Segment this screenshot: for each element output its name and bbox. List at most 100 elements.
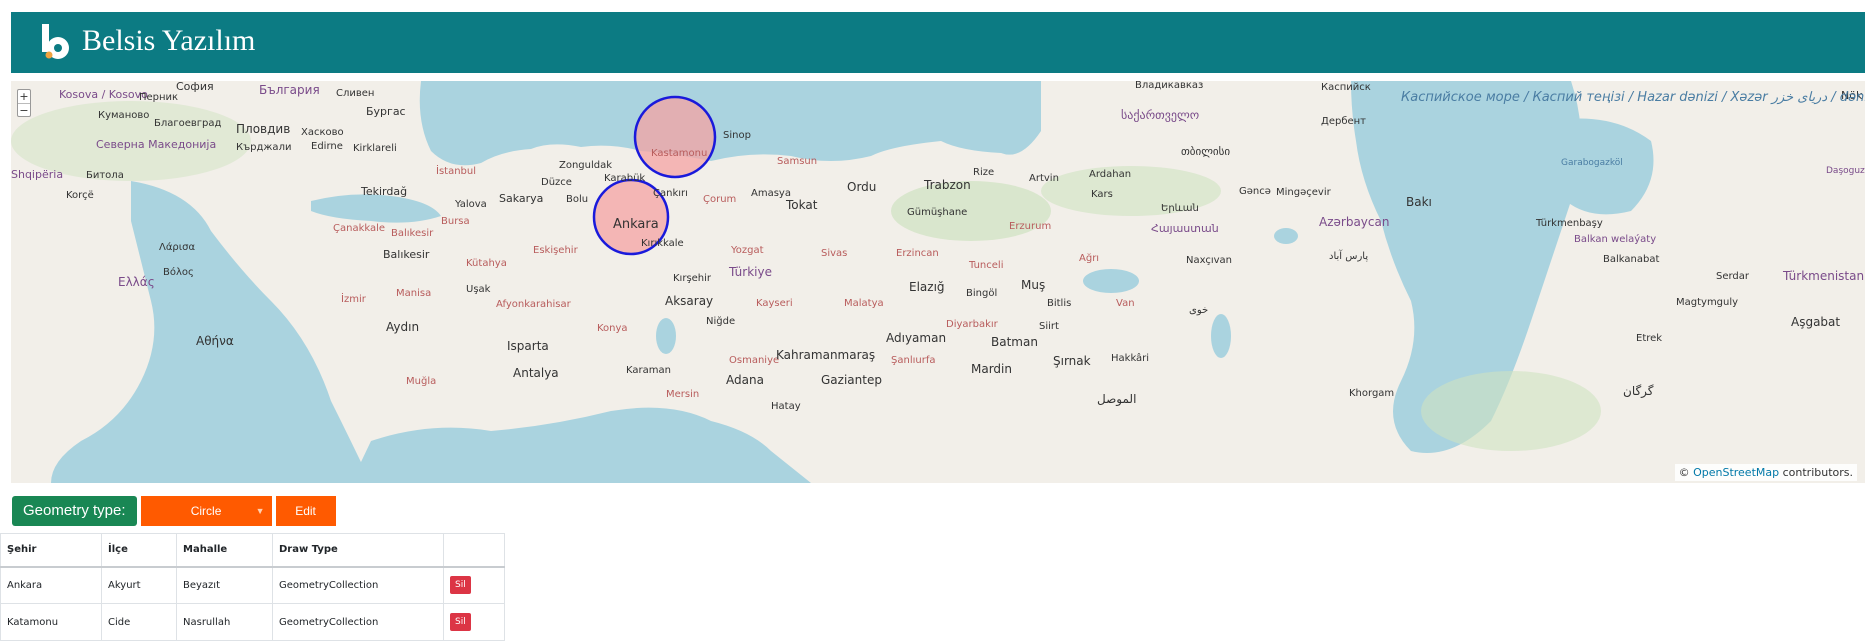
label-adana: Adana xyxy=(726,373,764,387)
label-kirsehir: Kırşehir xyxy=(673,273,712,284)
table-header-row: Şehir İlçe Mahalle Draw Type xyxy=(0,533,505,568)
app-header: Belsis Yazılım xyxy=(11,12,1865,73)
label-gumushane: Gümüşhane xyxy=(907,207,967,218)
label-adiyaman: Adıyaman xyxy=(886,331,946,345)
label-kirklareli: Kirklareli xyxy=(353,143,397,154)
lake-van xyxy=(1083,269,1139,293)
label-ashgabat: Aşgabat xyxy=(1791,315,1840,329)
marmara-sea xyxy=(311,194,441,223)
lake-tuz xyxy=(656,318,676,354)
label-hakkari: Hakkâri xyxy=(1111,352,1149,364)
label-dasoguz: Daşoguz welaýaty xyxy=(1826,166,1865,176)
label-derbent: Дербент xyxy=(1321,116,1366,127)
label-bulgaria: България xyxy=(259,83,320,97)
label-caspian-sea: Каспийское море / Каспий тeңізі / Hazar … xyxy=(1401,90,1865,105)
label-zonguldak: Zonguldak xyxy=(559,160,612,171)
label-amasya: Amasya xyxy=(751,188,791,199)
label-istanbul: İstanbul xyxy=(436,164,476,177)
label-balkan: Balkan welaýaty xyxy=(1574,233,1656,245)
label-turkiye: Türkiye xyxy=(728,265,772,279)
label-balikesir-prov: Balıkesir xyxy=(391,228,434,239)
label-north-macedonia: Северна Македонија xyxy=(96,138,216,151)
label-kaspiysk: Каспийск xyxy=(1321,82,1371,93)
label-etrek: Etrek xyxy=(1636,333,1662,344)
label-armenia: Հայաստան xyxy=(1151,222,1219,235)
lake-urmia xyxy=(1211,314,1231,358)
label-trabzon: Trabzon xyxy=(923,178,971,192)
label-karabuk: Karabük xyxy=(604,173,645,184)
label-kumanovo: Куманово xyxy=(98,110,149,121)
label-mus: Muş xyxy=(1021,278,1045,292)
label-duzce: Düzce xyxy=(541,177,572,188)
label-gaziantep: Gaziantep xyxy=(821,373,882,387)
label-haskovo: Хасково xyxy=(301,127,344,138)
label-bingol: Bingöl xyxy=(966,288,997,299)
zoom-out-button[interactable]: − xyxy=(18,103,30,117)
label-garabogaz: Garabogazköl xyxy=(1561,158,1623,168)
geometry-type-select[interactable]: Circle ▼ xyxy=(140,496,272,526)
cell-ilce: Cide xyxy=(101,603,177,641)
attribution-suffix: contributors. xyxy=(1779,466,1853,479)
label-mersin: Mersin xyxy=(666,389,699,400)
label-kirikkale: Kırıkkale xyxy=(641,238,684,249)
label-elazig: Elazığ xyxy=(909,280,945,294)
attribution-prefix: © xyxy=(1678,466,1690,479)
cell-mahalle: Beyazıt xyxy=(176,566,273,604)
openstreetmap-link[interactable]: OpenStreetMap xyxy=(1693,466,1779,479)
label-sanliurfa: Şanlıurfa xyxy=(891,355,935,366)
label-khoy: خوی xyxy=(1189,305,1208,316)
geometry-type-label: Geometry type: xyxy=(12,496,137,526)
label-izmir: İzmir xyxy=(341,292,367,305)
label-sinop: Sinop xyxy=(723,130,751,141)
cell-actions: Sil xyxy=(443,603,505,641)
label-burgas: Бургас xyxy=(366,105,406,118)
label-turkmenistan: Türkmenistan xyxy=(1782,269,1864,283)
label-kosovo: Kosova / Kosovo xyxy=(59,88,148,101)
table-row: Katamonu Cide Nasrullah GeometryCollecti… xyxy=(0,603,505,641)
map-canvas[interactable]: София България Kosova / Kosovo Перник Сл… xyxy=(11,81,1865,483)
label-parsabad: پارس آباد xyxy=(1329,249,1368,262)
column-header-draw-type: Draw Type xyxy=(272,533,444,568)
label-sirnak: Şırnak xyxy=(1053,354,1091,368)
label-sivas: Sivas xyxy=(821,248,847,259)
zoom-in-button[interactable]: + xyxy=(18,90,30,103)
label-mingachevir: Mingəçevir xyxy=(1276,187,1332,198)
label-aydin: Aydın xyxy=(386,320,419,334)
label-larisa: Λάρισα xyxy=(159,241,196,253)
label-edirne: Edirne xyxy=(311,141,343,152)
label-sofia: София xyxy=(176,81,214,93)
label-van: Van xyxy=(1116,298,1135,309)
label-bitola: Битола xyxy=(86,170,124,181)
label-agri: Ağrı xyxy=(1079,252,1099,264)
label-baku: Bakı xyxy=(1406,195,1432,209)
label-tekirdag: Tekirdağ xyxy=(360,185,407,198)
label-tunceli: Tunceli xyxy=(968,260,1003,271)
map-attribution: © OpenStreetMap contributors. xyxy=(1674,464,1857,481)
edit-button[interactable]: Edit xyxy=(275,496,336,526)
table-row: Ankara Akyurt Beyazıt GeometryCollection… xyxy=(0,566,505,604)
label-yozgat: Yozgat xyxy=(730,245,764,256)
label-artvin: Artvin xyxy=(1029,173,1059,184)
label-samsun: Samsun xyxy=(777,156,817,167)
label-erzincan: Erzincan xyxy=(896,248,939,259)
label-corum: Çorum xyxy=(703,194,736,205)
delete-button[interactable]: Sil xyxy=(450,576,471,595)
label-malatya: Malatya xyxy=(844,298,884,309)
geometry-controls: Geometry type: Circle ▼ Edit xyxy=(12,496,336,526)
label-mugla: Muğla xyxy=(406,375,436,387)
label-shqiperia: Shqipëria xyxy=(11,168,63,181)
label-yalova: Yalova xyxy=(454,199,487,210)
label-ordu: Ordu xyxy=(847,180,876,194)
delete-button[interactable]: Sil xyxy=(450,613,471,631)
label-cankiri: Çankırı xyxy=(653,188,688,199)
chevron-down-icon: ▼ xyxy=(255,506,265,516)
label-serdar: Serdar xyxy=(1716,271,1750,282)
cell-ilce: Akyurt xyxy=(101,566,177,604)
map-view[interactable]: София България Kosova / Kosovo Перник Сл… xyxy=(11,81,1865,483)
label-sakarya: Sakarya xyxy=(499,192,543,205)
black-sea xyxy=(419,81,1041,166)
label-balkanabat: Balkanabat xyxy=(1603,254,1659,265)
label-tbilisi: თბილისი xyxy=(1181,145,1230,158)
label-erzurum: Erzurum xyxy=(1009,221,1051,232)
label-pernik: Перник xyxy=(139,92,178,103)
